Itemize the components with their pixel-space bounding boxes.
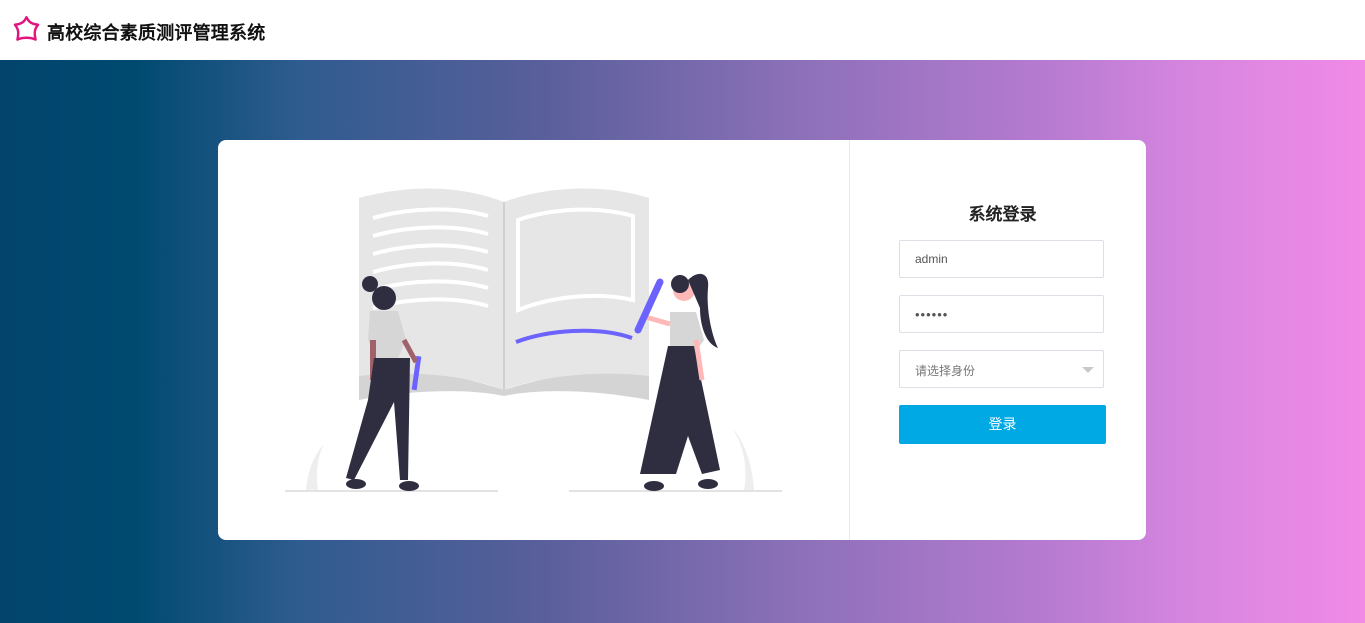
card-divider: [849, 140, 850, 540]
login-button[interactable]: 登录: [899, 405, 1106, 444]
top-bar: 高校综合素质测评管理系统: [0, 0, 1365, 60]
role-select[interactable]: 请选择身份: [899, 350, 1104, 388]
username-field[interactable]: [899, 240, 1104, 278]
username-input[interactable]: [900, 241, 1103, 277]
role-placeholder: 请选择身份: [915, 364, 976, 378]
login-background: 系统登录 请选择身份 登录: [0, 60, 1365, 623]
password-input[interactable]: [900, 296, 1103, 332]
password-field[interactable]: [899, 295, 1104, 333]
login-title: 系统登录: [968, 205, 1037, 225]
reading-illustration: [285, 188, 782, 492]
flower-logo-icon: [13, 16, 40, 41]
chevron-down-icon[interactable]: [1082, 367, 1094, 373]
login-card: 系统登录 请选择身份 登录: [218, 140, 1146, 540]
app-title: 高校综合素质测评管理系统: [47, 23, 266, 44]
